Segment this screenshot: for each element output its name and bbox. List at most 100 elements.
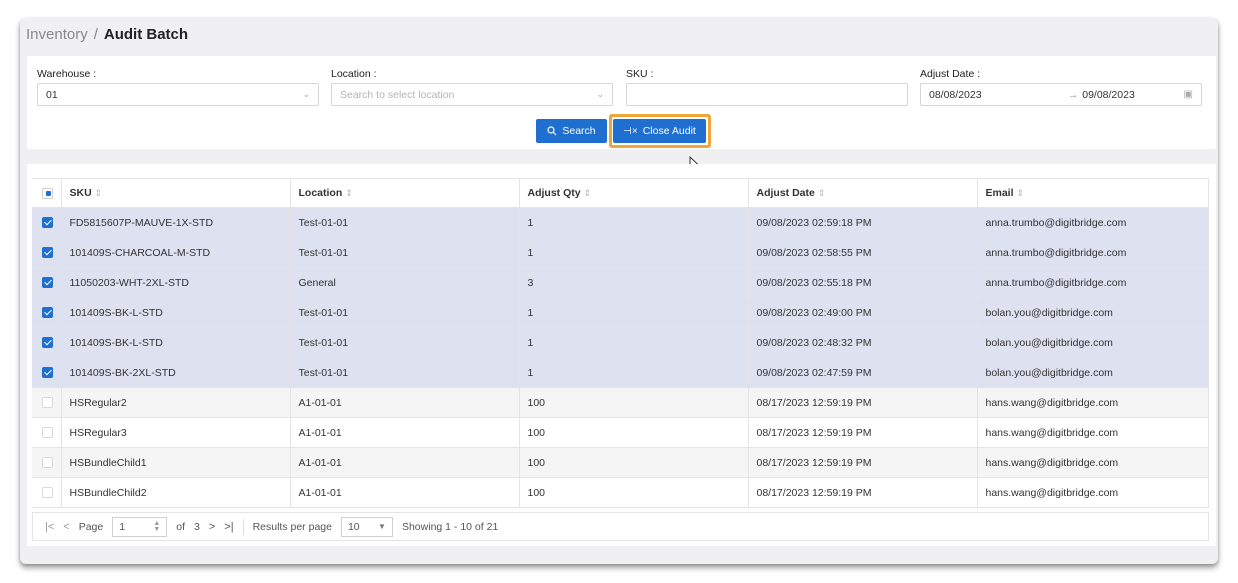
row-checkbox[interactable]: [42, 217, 53, 229]
adjust-date-cell: 09/08/2023 02:58:55 PM: [748, 237, 978, 268]
last-page-icon[interactable]: >|: [224, 521, 233, 533]
row-checkbox[interactable]: [42, 397, 53, 409]
row-select-cell: [32, 357, 62, 388]
sku-cell: HSRegular2: [61, 387, 291, 418]
row-checkbox[interactable]: [42, 277, 53, 289]
adjust-qty-cell: 3: [519, 267, 749, 298]
chevron-down-icon: ⌄: [302, 89, 310, 99]
location-select[interactable]: Search to select location ⌄: [331, 83, 613, 106]
row-checkbox[interactable]: [42, 337, 53, 349]
row-select-cell: [32, 447, 62, 478]
table-row[interactable]: 101409S-CHARCOAL-M-STD Test-01-01 1 09/08/2…: [32, 237, 1209, 268]
adjust-date-cell: 09/08/2023 02:48:32 PM: [748, 327, 978, 358]
adjust-date-cell: 08/17/2023 12:59:19 PM: [748, 387, 978, 418]
calendar-icon: ▣: [1183, 89, 1193, 100]
table-row[interactable]: 101409S-BK-L-STD Test-01-01 1 09/08/2023 02…: [32, 327, 1209, 358]
table-row[interactable]: HSBundleChild2 A1-01-01 100 08/17/2023 12:5…: [32, 477, 1209, 508]
sku-cell: HSBundleChild1: [61, 447, 291, 478]
sku-cell: 101409S-BK-L-STD: [61, 327, 291, 358]
table-row[interactable]: 101409S-BK-2XL-STD Test-01-01 1 09/08/2023 …: [32, 357, 1209, 388]
per-page-select[interactable]: 10 ▼: [340, 516, 393, 537]
table-row[interactable]: HSRegular2 A1-01-01 100 08/17/2023 12:59:19…: [32, 387, 1209, 418]
select-all-checkbox[interactable]: [42, 187, 53, 199]
sku-cell: FD5815607P-MAUVE-1X-STD: [61, 207, 291, 238]
location-cell: A1-01-01: [290, 417, 520, 448]
row-checkbox[interactable]: [42, 307, 53, 319]
row-select-cell: [32, 387, 62, 418]
row-checkbox[interactable]: [42, 487, 53, 499]
adjust-qty-cell: 100: [519, 417, 749, 448]
adjust-qty-cell: 1: [519, 357, 749, 388]
pagination: |< < Page 1 ▲ ▼ of 3 > >| Results per pag…: [32, 512, 1209, 541]
column-header-adjust-date[interactable]: Adjust Date ⇕: [748, 178, 978, 208]
page-number-input[interactable]: 1 ▲ ▼: [112, 516, 168, 537]
sort-icon: ⇕: [583, 188, 592, 198]
caret-down-icon: ▼: [378, 522, 386, 531]
search-button[interactable]: Search: [536, 119, 607, 143]
close-audit-button[interactable]: ⊣× Close Audit: [613, 119, 706, 143]
row-select-cell: [32, 267, 62, 298]
email-cell: bolan.you@digitbridge.com: [977, 327, 1209, 358]
per-page-label: Results per page: [252, 520, 332, 533]
table-row[interactable]: HSBundleChild1 A1-01-01 100 08/17/2023 12:5…: [32, 447, 1209, 478]
location-cell: Test-01-01: [290, 207, 520, 238]
audit-table: SKU ⇕ Location ⇕ Adjust Qty ⇕ Adjust Date ⇕ …: [32, 178, 1209, 508]
arrow-right-icon: →: [1067, 88, 1079, 101]
email-cell: anna.trumbo@digitbridge.com: [977, 237, 1209, 268]
column-header-adjust-qty[interactable]: Adjust Qty ⇕: [519, 178, 749, 208]
table-row[interactable]: 101409S-BK-L-STD Test-01-01 1 09/08/2023 02…: [32, 297, 1209, 328]
page-title: Audit Batch: [103, 26, 189, 43]
email-cell: hans.wang@digitbridge.com: [977, 477, 1209, 508]
total-pages: 3: [194, 520, 200, 533]
table-panel: SKU ⇕ Location ⇕ Adjust Qty ⇕ Adjust Date ⇕ …: [27, 164, 1216, 546]
sku-label: SKU :: [626, 68, 654, 80]
first-page-icon[interactable]: |<: [45, 521, 54, 533]
date-to[interactable]: 09/08/2023: [1082, 89, 1135, 101]
adjust-date-range-picker[interactable]: 08/08/2023 → 09/08/2023 ▣: [920, 83, 1202, 106]
column-label-adjust-date: Adjust Date: [756, 187, 815, 199]
location-placeholder: Search to select location: [340, 88, 455, 101]
divider: [242, 518, 244, 535]
table-row[interactable]: FD5815607P-MAUVE-1X-STD Test-01-01 1 09/08/…: [32, 207, 1209, 238]
sku-input[interactable]: [626, 83, 908, 106]
breadcrumb-parent[interactable]: Inventory: [26, 26, 88, 43]
sku-field: SKU :: [626, 68, 908, 106]
email-cell: hans.wang@digitbridge.com: [977, 417, 1209, 448]
row-checkbox[interactable]: [42, 367, 53, 379]
sort-icon: ⇕: [345, 188, 353, 198]
sku-cell: HSBundleChild2: [61, 477, 291, 508]
table-row[interactable]: HSRegular3 A1-01-01 100 08/17/2023 12:59:19…: [32, 417, 1209, 448]
sku-cell: HSRegular3: [61, 417, 291, 448]
row-select-cell: [32, 297, 62, 328]
location-cell: Test-01-01: [290, 327, 520, 358]
row-checkbox[interactable]: [42, 427, 53, 439]
chevron-down-icon: ⌄: [596, 89, 604, 99]
adjust-date-cell: 09/08/2023 02:49:00 PM: [748, 297, 978, 328]
warehouse-select[interactable]: 01 ⌄: [37, 83, 319, 106]
prev-page-icon[interactable]: <: [63, 521, 69, 533]
stepper-icon[interactable]: ▲ ▼: [153, 520, 160, 533]
sku-cell: 11050203-WHT-2XL-STD: [61, 267, 291, 298]
column-header-sku[interactable]: SKU ⇕: [61, 178, 291, 208]
location-cell: Test-01-01: [290, 357, 520, 388]
row-select-cell: [32, 417, 62, 448]
next-page-icon[interactable]: >: [209, 521, 215, 533]
close-audit-icon: ⊣×: [623, 125, 638, 137]
per-page-value: 10: [347, 520, 360, 533]
column-header-location[interactable]: Location ⇕: [290, 178, 520, 208]
location-field: Location : Search to select location ⌄: [331, 68, 613, 106]
column-label-adjust-qty: Adjust Qty: [527, 187, 581, 199]
location-cell: Test-01-01: [290, 237, 520, 268]
page-number-value: 1: [119, 520, 126, 533]
table-row[interactable]: 11050203-WHT-2XL-STD General 3 09/08/2023 0…: [32, 267, 1209, 298]
row-checkbox[interactable]: [42, 457, 53, 469]
date-from[interactable]: 08/08/2023: [929, 89, 1019, 101]
warehouse-field: Warehouse : 01 ⌄: [37, 68, 319, 106]
close-audit-button-label: Close Audit: [642, 125, 696, 137]
sku-cell: 101409S-BK-2XL-STD: [61, 357, 291, 388]
column-header-email[interactable]: Email ⇕: [977, 178, 1209, 208]
sku-cell: 101409S-BK-L-STD: [61, 297, 291, 328]
adjust-qty-cell: 1: [519, 327, 749, 358]
row-checkbox[interactable]: [42, 247, 53, 259]
adjust-qty-cell: 1: [519, 237, 749, 268]
